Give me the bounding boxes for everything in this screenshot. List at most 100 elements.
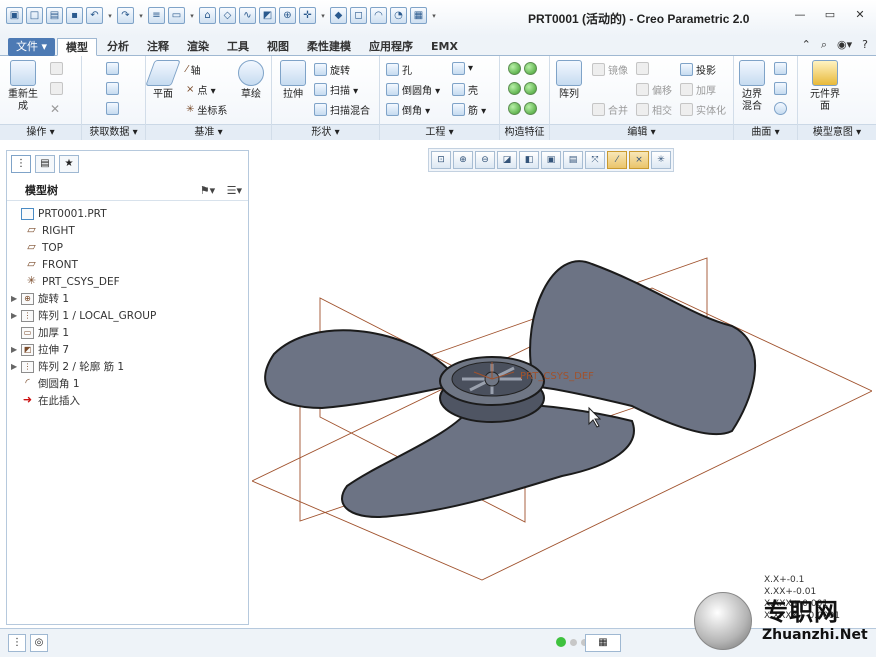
tree-item-part[interactable]: PRT0001.PRT: [11, 205, 247, 222]
window-dropdown-icon[interactable]: ▾: [188, 12, 196, 20]
point-display-icon[interactable]: ×: [629, 151, 649, 169]
tab-tools[interactable]: 工具: [219, 38, 257, 56]
csys-display-icon[interactable]: ✳: [651, 151, 671, 169]
favorites-tab-icon[interactable]: ★: [59, 155, 79, 173]
tab-analysis[interactable]: 分析: [99, 38, 137, 56]
expand-icon[interactable]: ▶: [11, 294, 21, 303]
shell-button[interactable]: 壳: [452, 82, 478, 97]
model-viewport-svg[interactable]: PRT_CSYS_DEF X.X+-0.1 X.XX+-0.01 X.XXX+-…: [250, 176, 874, 626]
tab-model[interactable]: 模型: [57, 38, 98, 56]
open-folder-icon[interactable]: ▤: [46, 7, 63, 24]
help-icon[interactable]: ?: [862, 38, 868, 52]
tab-render[interactable]: 渲染: [179, 38, 217, 56]
sketch-button[interactable]: 草绘: [238, 60, 264, 101]
tab-applications[interactable]: 应用程序: [361, 38, 421, 56]
plane-display-icon[interactable]: ⤧: [585, 151, 605, 169]
sweep-button[interactable]: 扫描 ▾: [314, 82, 358, 97]
sketch-small-icon[interactable]: ∿: [239, 7, 256, 24]
swept-blend-button[interactable]: 扫描混合: [314, 102, 370, 117]
tree-item-revolve-1[interactable]: ▶ ⊕ 旋转 1: [11, 290, 247, 307]
group-title-surfaces[interactable]: 曲面 ▾: [734, 124, 797, 140]
repaint-icon[interactable]: ◪: [497, 151, 517, 169]
tree-item-right[interactable]: ▱ RIGHT: [11, 222, 247, 239]
tree-item-extrude-7[interactable]: ▶ ◩ 拉伸 7: [11, 341, 247, 358]
green-feature-icon[interactable]: [508, 82, 521, 95]
show-navigator-icon[interactable]: ⋮: [8, 634, 26, 652]
tree-item-top[interactable]: ▱ TOP: [11, 239, 247, 256]
copy-geometry-button[interactable]: [106, 82, 119, 95]
green-feature-icon[interactable]: [508, 102, 521, 115]
group-title-get-data[interactable]: 获取数据 ▾: [82, 124, 145, 140]
display-style-icon[interactable]: ◧: [519, 151, 539, 169]
project-button[interactable]: 投影: [680, 62, 716, 77]
customize-dropdown-icon[interactable]: ▾: [430, 12, 438, 20]
round-button[interactable]: 倒圆角 ▾: [386, 82, 440, 97]
regenerate-button[interactable]: 重新生成: [6, 60, 40, 113]
draft-icon[interactable]: ◔: [390, 7, 407, 24]
offset-button[interactable]: 偏移: [636, 82, 672, 97]
component-interface-button[interactable]: 元件界面: [810, 60, 840, 113]
thicken-button[interactable]: 加厚: [680, 82, 716, 97]
shrinkwrap-button[interactable]: [106, 102, 119, 115]
shape-icon[interactable]: ◠: [370, 7, 387, 24]
graphics-viewport[interactable]: PRT_CSYS_DEF X.X+-0.1 X.XX+-0.01 X.XXX+-…: [250, 176, 874, 626]
green-feature-icon[interactable]: [524, 62, 537, 75]
group-title-datum[interactable]: 基准 ▾: [146, 124, 271, 140]
tab-emx[interactable]: EMX: [423, 38, 466, 56]
boundary-blend-button[interactable]: 边界混合: [738, 60, 766, 113]
tree-item-insert-here[interactable]: ➜ 在此插入: [11, 392, 247, 409]
redo-dropdown-icon[interactable]: ▾: [137, 12, 145, 20]
plane-button[interactable]: 平面: [145, 60, 181, 101]
green-feature-icon[interactable]: [508, 62, 521, 75]
new-file-icon[interactable]: □: [26, 7, 43, 24]
mirror-button[interactable]: 镜像: [592, 62, 628, 77]
chamfer-button[interactable]: 倒角 ▾: [386, 102, 430, 117]
browser-icon[interactable]: ◎: [30, 634, 48, 652]
view-manager-icon[interactable]: ▤: [563, 151, 583, 169]
window-icon[interactable]: ▭: [168, 7, 185, 24]
pattern-button[interactable]: 阵列: [556, 60, 582, 101]
folder-browser-tab-icon[interactable]: ▤: [35, 155, 55, 173]
delete-button[interactable]: ✕: [50, 102, 60, 116]
expand-icon[interactable]: ▶: [11, 311, 21, 320]
expand-icon[interactable]: ▶: [11, 345, 21, 354]
rib-button[interactable]: 筋 ▾: [452, 102, 486, 117]
tab-view[interactable]: 视图: [259, 38, 297, 56]
group-title-editing[interactable]: 编辑 ▾: [550, 124, 733, 140]
csys-button[interactable]: ✳ 坐标系: [186, 102, 227, 117]
zoom-out-icon[interactable]: ⊖: [475, 151, 495, 169]
paste-button[interactable]: [50, 82, 63, 95]
axis-display-icon[interactable]: ⁄: [607, 151, 627, 169]
tree-settings-icon[interactable]: ☰▾: [227, 184, 242, 197]
refit-icon[interactable]: ⊡: [431, 151, 451, 169]
point-button[interactable]: × 点 ▾: [186, 82, 216, 97]
extrude-button[interactable]: 拉伸: [280, 60, 306, 101]
minimize-icon[interactable]: —: [792, 8, 808, 22]
selection-filter-icon[interactable]: ▦: [585, 634, 621, 652]
csys-small-icon[interactable]: ✛: [299, 7, 316, 24]
axis-button[interactable]: ⁄ 轴: [186, 62, 201, 77]
search-icon[interactable]: ⌕: [821, 38, 827, 52]
style-button[interactable]: [774, 82, 787, 95]
plane-small-icon[interactable]: ◇: [219, 7, 236, 24]
solidify-button[interactable]: 实体化: [680, 102, 726, 117]
group-title-model-intent[interactable]: 模型意图 ▾: [798, 124, 876, 140]
app-icon[interactable]: ▣: [6, 7, 23, 24]
merge-button[interactable]: 合并: [592, 102, 628, 117]
collapse-ribbon-icon[interactable]: ⌃: [802, 38, 811, 52]
freestyle-button[interactable]: [774, 62, 787, 75]
redo-icon[interactable]: ↷: [117, 7, 134, 24]
zoom-in-icon[interactable]: ⊕: [453, 151, 473, 169]
tree-item-pattern-1[interactable]: ▶ ⋮ 阵列 1 / LOCAL_GROUP: [11, 307, 247, 324]
square-icon[interactable]: ◻: [350, 7, 367, 24]
revolve-small-icon[interactable]: ⊕: [279, 7, 296, 24]
user-defined-feature-button[interactable]: [106, 62, 119, 75]
tree-item-pattern-2[interactable]: ▶ ⋮ 阵列 2 / 轮廓 筋 1: [11, 358, 247, 375]
sphere-button[interactable]: [774, 102, 787, 115]
tree-filter-icon[interactable]: ⚑▾: [200, 184, 215, 197]
hole-button[interactable]: 孔: [386, 62, 412, 77]
model-tree-tab-icon[interactable]: ⋮: [11, 155, 31, 173]
extrude-small-icon[interactable]: ◩: [259, 7, 276, 24]
saved-views-icon[interactable]: ▣: [541, 151, 561, 169]
undo-dropdown-icon[interactable]: ▾: [106, 12, 114, 20]
